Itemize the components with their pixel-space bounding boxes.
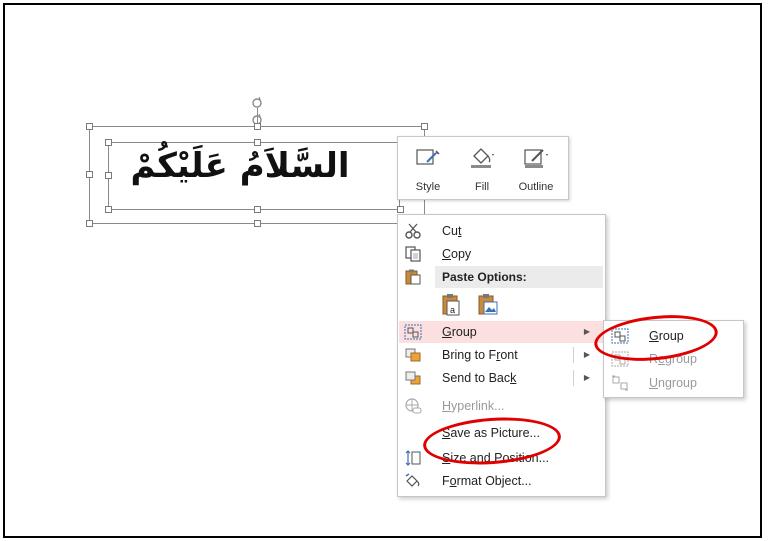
menu-item-bring-to-front[interactable]: Bring to Front ▶ [399,344,604,366]
resize-handle[interactable] [397,206,404,213]
resize-handle[interactable] [254,206,261,213]
pen-outline-icon [524,149,548,168]
menu-item-format-object-label: F [442,474,450,488]
copy-icon [405,246,421,262]
resize-handle[interactable] [254,123,261,130]
bring-to-front-label-rest: ont [500,348,518,362]
submenu-ungroup-label: ngroup [658,376,697,390]
split-separator [573,370,574,386]
resize-handle[interactable] [105,206,112,213]
menu-item-cut[interactable]: Cut [399,220,604,242]
menu-item-paste-options: Paste Options: [399,266,604,288]
resize-handle[interactable] [421,123,428,130]
hyperlink-accelerator: H [442,399,452,413]
globe-link-icon [405,398,422,414]
slide-canvas [3,3,762,538]
menu-item-send-to-back-label: Send to Bac [442,371,511,385]
menu-item-copy-label: opy [451,247,472,261]
resize-handle[interactable] [86,123,93,130]
send-to-back-icon [405,371,421,385]
outline-label: Outline [518,181,554,193]
submenu-item-ungroup[interactable]: Ungroup [605,372,742,394]
format-object-label-rest: rmat Object... [456,474,532,488]
send-to-back-accelerator: k [510,371,517,385]
paste-as-picture-icon[interactable] [476,293,500,317]
mini-toolbar: Style Fill Outline [397,136,569,200]
paste-options-header: Paste Options: [435,266,603,288]
menu-item-group[interactable]: Group ▶ [399,321,604,343]
ungroup-icon [612,375,628,391]
split-separator [573,347,574,363]
paste-keep-text-icon[interactable]: a [440,293,464,317]
fill-label: Fill [474,181,490,193]
cut-accelerator: t [457,224,462,238]
resize-handle[interactable] [105,139,112,146]
resize-handle[interactable] [254,220,261,227]
paste-option-buttons: a [438,291,518,319]
style-button[interactable]: Style [404,143,452,195]
resize-handle[interactable] [86,220,93,227]
bring-to-front-icon [405,348,421,362]
paint-bucket-icon [471,148,494,168]
menu-item-format-object[interactable]: Format Object... [399,470,604,492]
scissors-icon [405,223,421,239]
menu-item-copy[interactable]: Copy [399,243,604,265]
style-label: Style [415,181,441,193]
menu-item-cut-label: Cu [442,224,458,238]
shape-style-icon [416,149,440,165]
menu-item-send-to-back[interactable]: Send to Back ▶ [399,367,604,389]
size-position-icon [405,450,421,466]
format-object-accelerator: o [449,474,457,488]
menu-item-group-label: roup [451,325,477,339]
svg-text:a: a [450,305,455,315]
menu-item-bring-to-front-label: Bring to F [442,348,497,362]
submenu-ungroup-accelerator: U [649,376,659,390]
submenu-arrow-icon[interactable]: ▶ [584,373,590,382]
group-icon [404,324,422,340]
resize-handle[interactable] [86,171,93,178]
menu-item-hyperlink-label: yperlink... [451,399,505,413]
outline-button[interactable]: Outline [512,143,560,195]
clipboard-icon [405,269,421,285]
fill-button[interactable]: Fill [458,143,506,195]
group-accelerator: G [442,325,452,339]
paste-options-label: Paste Options: [442,270,527,284]
format-shape-icon [405,473,420,487]
submenu-arrow-icon[interactable]: ▶ [584,350,590,359]
arabic-text: السَّلاَمُ عَلَيْكُمْ [130,146,350,186]
copy-accelerator: C [442,247,452,261]
menu-item-hyperlink[interactable]: Hyperlink... [399,395,604,417]
resize-handle[interactable] [254,139,261,146]
submenu-arrow-icon: ▶ [583,327,590,336]
